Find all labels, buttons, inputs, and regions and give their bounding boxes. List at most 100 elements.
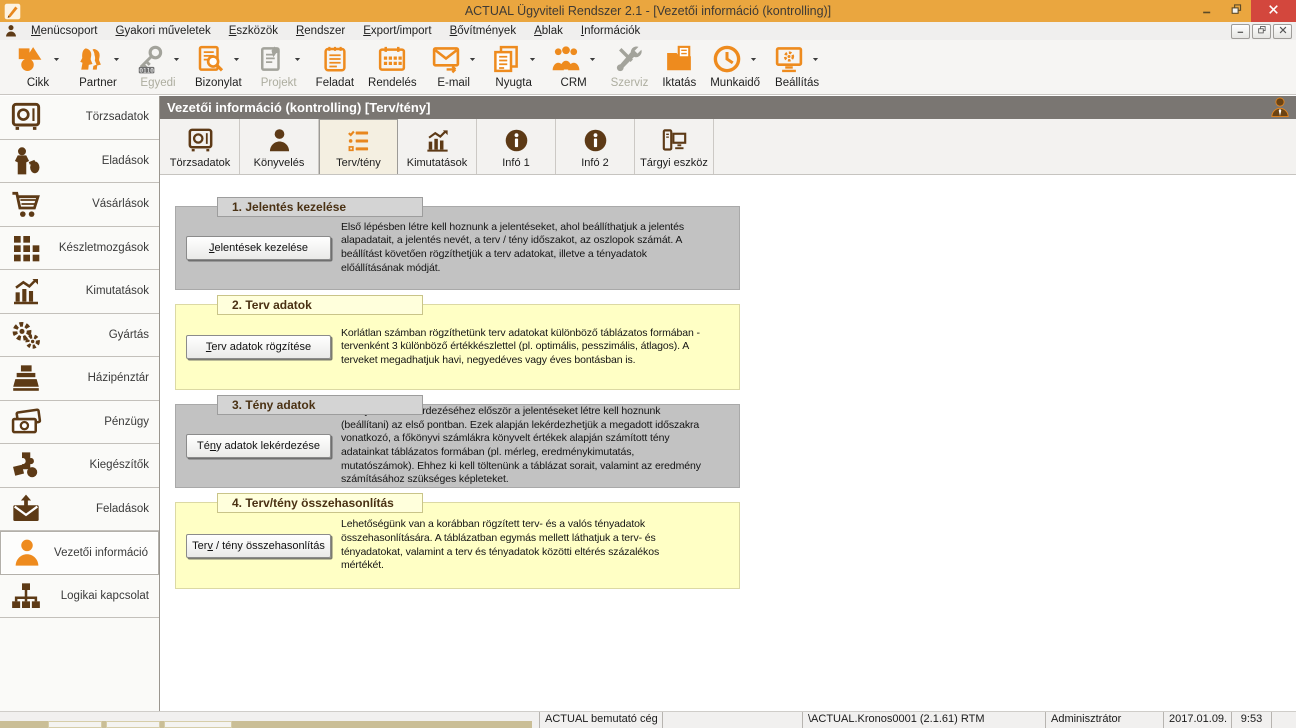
person-icon [10, 537, 44, 569]
toolbar-item-beallitas[interactable]: Beállítás [767, 43, 827, 89]
status-version: \ACTUAL.Kronos0001 (2.1.61) RTM [803, 712, 1046, 728]
svg-text:0110: 0110 [139, 67, 154, 74]
person-icon [266, 127, 293, 154]
banknotes-icon [9, 406, 43, 438]
toolbar-item-iktatas[interactable]: Iktatás [655, 43, 703, 89]
toolbar-item-email[interactable]: E-mail [424, 43, 484, 89]
sidebar-item-vezetoi-informacio[interactable]: Vezetői információ [0, 531, 159, 575]
section-jelentes-kezelese: 1. Jelentés kezelése Jelentések kezelése… [175, 206, 740, 290]
tools-icon [614, 44, 644, 74]
section-description: Első lépésben létre kell hoznunk a jelen… [341, 221, 703, 276]
taskbar-button[interactable] [106, 721, 160, 728]
toolbar-item-feladat[interactable]: Feladat [309, 43, 361, 89]
tab-konyveles[interactable]: Könyvelés [240, 119, 319, 174]
sidebar-item-penzugy[interactable]: Pénzügy [0, 401, 159, 445]
folder-document-icon [664, 44, 694, 74]
dropdown-caret-icon[interactable] [172, 55, 181, 64]
sidebar-item-gyartas[interactable]: Gyártás [0, 314, 159, 358]
sidebar-item-vasarlasok[interactable]: Vásárlások [0, 183, 159, 227]
envelope-icon [431, 44, 461, 74]
sidebar-item-logikai-kapcsolat[interactable]: Logikai kapcsolat [0, 575, 159, 619]
menu-gyakori-muveletek[interactable]: Gyakori műveletek [107, 24, 220, 38]
menu-menucsoport[interactable]: Menücsoport [22, 24, 107, 38]
shopping-cart-icon [9, 188, 43, 220]
mdi-minimize-button[interactable] [1231, 24, 1250, 39]
close-button[interactable] [1251, 0, 1296, 22]
menu-bar: Menücsoport Gyakori műveletek Eszközök R… [0, 22, 1296, 40]
menu-eszkozok[interactable]: Eszközök [220, 24, 287, 38]
dropdown-caret-icon[interactable] [528, 55, 537, 64]
toolbar-item-nyugta[interactable]: Nyugta [484, 43, 544, 89]
menu-ablak[interactable]: Ablak [525, 24, 572, 38]
toolbar-item-cikk[interactable]: Cikk [8, 43, 68, 89]
toolbar-item-crm[interactable]: CRM [544, 43, 604, 89]
sidebar-item-hazipenztar[interactable]: Házipénztár [0, 357, 159, 401]
gears-icon [9, 319, 43, 351]
toolbar-item-partner[interactable]: Partner [68, 43, 128, 89]
dropdown-caret-icon[interactable] [468, 55, 477, 64]
document-pin-icon [256, 44, 286, 74]
dropdown-caret-icon[interactable] [52, 55, 61, 64]
taskbar-button[interactable] [164, 721, 232, 728]
sidebar-item-keszletmozgasok[interactable]: Készletmozgások [0, 227, 159, 271]
toolbar-item-bizonylat[interactable]: Bizonylat [188, 43, 249, 89]
partner-heads-icon [75, 44, 105, 74]
status-empty [1272, 712, 1296, 728]
mdi-close-button[interactable] [1273, 24, 1292, 39]
bar-chart-icon [424, 127, 451, 154]
tab-bar: Törzsadatok Könyvelés Terv/tény Kimutatá… [160, 119, 1296, 175]
sidebar-item-kimutatasok[interactable]: Kimutatások [0, 270, 159, 314]
manager-person-icon [1268, 96, 1292, 119]
sidebar-item-feladasok[interactable]: Feladások [0, 488, 159, 532]
puzzle-icon [9, 449, 43, 481]
org-tree-icon [9, 580, 43, 612]
toolbar-item-rendeles[interactable]: Rendelés [361, 43, 424, 89]
section-teny-adatok: 3. Tény adatok Tény adatok lekérdezése A… [175, 404, 740, 488]
dropdown-caret-icon[interactable] [112, 55, 121, 64]
terv-teny-osszehasonlitas-button[interactable]: Terv / tény összehasonlítás [186, 534, 331, 558]
menu-export-import[interactable]: Export/import [354, 24, 440, 38]
section-heading: 2. Terv adatok [217, 295, 423, 315]
module-sidebar: Törzsadatok Eladások Vásárlások Készletm… [0, 96, 160, 711]
tab-terv-teny[interactable]: Terv/tény [319, 119, 398, 174]
grid-blocks-icon [9, 232, 43, 264]
menu-bovitmenyek[interactable]: Bővítmények [441, 24, 525, 38]
dropdown-caret-icon[interactable] [588, 55, 597, 64]
tab-torzsadatok[interactable]: Törzsadatok [161, 119, 240, 174]
dropdown-caret-icon[interactable] [293, 55, 302, 64]
person-bag-icon [9, 145, 43, 177]
minimize-button[interactable] [1193, 0, 1222, 22]
tab-info-1[interactable]: Infó 1 [477, 119, 556, 174]
user-icon [4, 24, 18, 38]
restore-icon [1257, 25, 1267, 38]
article-shapes-icon [15, 44, 45, 74]
safe-icon [9, 101, 43, 133]
toolbar-item-munkaido[interactable]: Munkaidő [703, 43, 767, 89]
dropdown-caret-icon[interactable] [749, 55, 758, 64]
section-terv-adatok: 2. Terv adatok Terv adatok rögzítése Kor… [175, 304, 740, 390]
tab-kimutatasok[interactable]: Kimutatások [398, 119, 477, 174]
tab-info-2[interactable]: Infó 2 [556, 119, 635, 174]
restore-button[interactable] [1222, 0, 1251, 22]
status-empty [663, 712, 803, 728]
cash-register-icon [9, 362, 43, 394]
sidebar-item-torzsadatok[interactable]: Törzsadatok [0, 96, 159, 140]
sidebar-item-kiegeszitok[interactable]: Kiegészítők [0, 444, 159, 488]
dropdown-caret-icon[interactable] [232, 55, 241, 64]
sidebar-item-eladasok[interactable]: Eladások [0, 140, 159, 184]
menu-informaciok[interactable]: Információk [572, 24, 649, 38]
dropdown-caret-icon[interactable] [811, 55, 820, 64]
checklist-icon [345, 127, 372, 154]
tab-targyi-eszkoz[interactable]: Tárgyi eszköz [635, 119, 714, 174]
taskbar-button[interactable] [48, 721, 102, 728]
window-title: ACTUAL Ügyviteli Rendszer 2.1 - [Vezetői… [0, 4, 1296, 18]
jelentesek-kezelese-button[interactable]: Jelentések kezelése [186, 236, 331, 260]
info-icon [582, 127, 609, 154]
terv-adatok-rogzitese-button[interactable]: Terv adatok rögzítése [186, 335, 331, 359]
mdi-restore-button[interactable] [1252, 24, 1271, 39]
minimize-icon [1201, 3, 1214, 19]
envelope-send-icon [9, 493, 43, 525]
teny-adatok-lekerdezese-button[interactable]: Tény adatok lekérdezése [186, 434, 331, 458]
restore-icon [1230, 3, 1243, 19]
menu-rendszer[interactable]: Rendszer [287, 24, 354, 38]
